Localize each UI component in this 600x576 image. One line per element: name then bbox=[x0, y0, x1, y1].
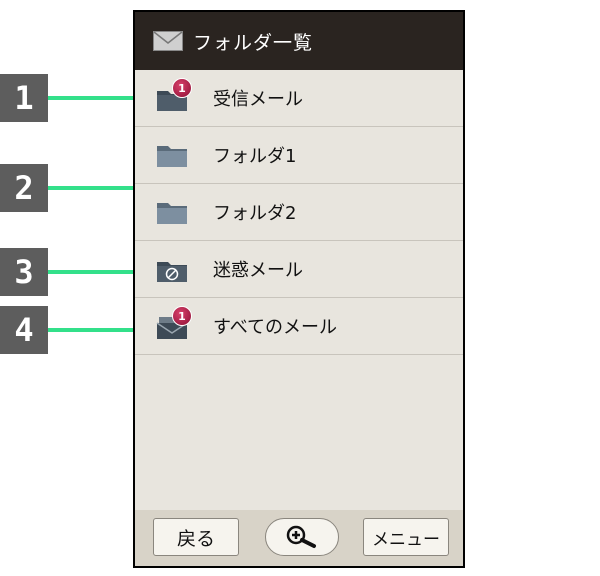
folder-label: フォルダ2 bbox=[213, 203, 297, 224]
callout-4: 4 bbox=[0, 306, 48, 354]
folder-item-all-mail[interactable]: 1 すべてのメール bbox=[135, 298, 463, 355]
folder-item-inbox[interactable]: 1 受信メール bbox=[135, 70, 463, 127]
unread-badge: 1 bbox=[172, 78, 192, 98]
zoom-button[interactable] bbox=[265, 518, 339, 556]
back-button[interactable]: 戻る bbox=[153, 518, 239, 556]
callout-line-2 bbox=[48, 186, 146, 190]
callout-1: 1 bbox=[0, 74, 48, 122]
zoom-in-icon bbox=[286, 525, 316, 548]
folder-icon bbox=[157, 146, 187, 167]
phone-screen: フォルダ一覧 1 受信メール フォルダ1 フォルダ2 迷惑メール 1 すべてのメ… bbox=[133, 10, 465, 568]
menu-button[interactable]: メニュー bbox=[363, 518, 449, 556]
folder-item-folder1[interactable]: フォルダ1 bbox=[135, 127, 463, 184]
app-header: フォルダ一覧 bbox=[135, 12, 463, 70]
folder-label: フォルダ1 bbox=[213, 146, 297, 167]
callout-2: 2 bbox=[0, 164, 48, 212]
folder-item-spam[interactable]: 迷惑メール bbox=[135, 241, 463, 298]
mail-icon bbox=[153, 31, 183, 51]
page-title: フォルダ一覧 bbox=[193, 31, 314, 54]
folder-label: 受信メール bbox=[213, 89, 303, 110]
spam-folder-icon bbox=[157, 262, 187, 282]
folder-icon bbox=[157, 203, 187, 224]
unread-badge: 1 bbox=[172, 306, 192, 326]
bottom-toolbar: 戻る メニュー bbox=[135, 510, 463, 566]
folder-label: 迷惑メール bbox=[213, 260, 303, 281]
folder-item-folder2[interactable]: フォルダ2 bbox=[135, 184, 463, 241]
callout-3: 3 bbox=[0, 248, 48, 296]
folder-label: すべてのメール bbox=[213, 317, 338, 338]
folder-list: 1 受信メール フォルダ1 フォルダ2 迷惑メール 1 すべてのメール bbox=[135, 70, 463, 510]
